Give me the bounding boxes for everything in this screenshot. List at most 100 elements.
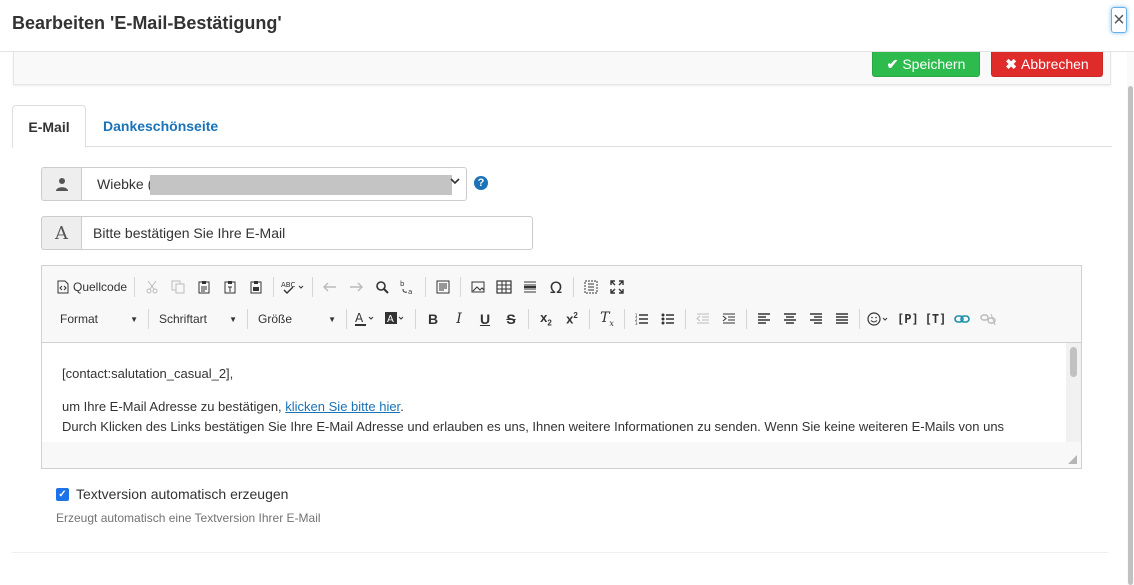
editor-toolbar: Quellcode ABC b a Ω Format ▼ Schriftart … [42,266,1081,342]
toolbar-separator [528,309,529,329]
background-color-icon[interactable]: A [381,307,411,331]
svg-text:ABC: ABC [281,281,295,289]
subject-input[interactable]: Bitte bestätigen Sie Ihre E-Mail [81,216,533,250]
table-icon[interactable] [491,275,517,299]
paste-text-icon[interactable] [217,275,243,299]
toolbar-separator [148,309,149,329]
numbered-list-icon[interactable]: 123 [629,307,655,331]
toolbar-separator [247,309,248,329]
source-button[interactable]: Quellcode [54,275,130,299]
caret-down-icon: ▼ [328,314,336,324]
content-line-salutation: [contact:salutation_casual_2], [62,366,234,381]
content-line-consent: Durch Klicken des Links bestätigen Sie I… [62,419,1005,434]
format-dropdown-label: Format [60,312,99,326]
help-icon[interactable]: ? [474,176,488,190]
modal-header: Bearbeiten 'E-Mail-Bestätigung' × [0,0,1134,52]
align-left-icon[interactable] [751,307,777,331]
editor-scrollbar[interactable] [1066,342,1081,442]
x-icon: ✖ [1005,55,1017,72]
cut-icon[interactable] [139,275,165,299]
subject-group: A Bitte bestätigen Sie Ihre E-Mail [41,216,533,250]
svg-text:A: A [387,314,394,325]
remove-format-icon[interactable]: Tx [594,307,620,331]
toolbar-separator [685,309,686,329]
toolbar-row-1: Quellcode ABC b a Ω [54,273,630,301]
tab-thank-you-page[interactable]: Dankeschönseite [103,105,218,147]
horizontal-line-icon[interactable] [517,275,543,299]
show-blocks-icon[interactable] [578,275,604,299]
format-dropdown[interactable]: Format ▼ [54,307,144,331]
redacted-area [150,175,452,195]
special-char-icon[interactable]: Ω [543,275,569,299]
caret-down-icon: ▼ [130,314,138,324]
sender-group: Wiebke ( [41,167,467,201]
modal-scrollbar-thumb[interactable] [1128,86,1133,585]
close-button[interactable]: × [1111,7,1127,33]
cancel-button-label: Abbrechen [1021,56,1089,72]
font-a-icon: A [41,216,81,250]
resize-grip-icon[interactable] [1068,455,1077,464]
undo-icon[interactable] [317,275,343,299]
placeholder-t-icon[interactable]: [T] [922,307,950,331]
emoji-icon[interactable] [864,307,894,331]
save-button[interactable]: ✔ Speichern [872,52,980,77]
align-right-icon[interactable] [803,307,829,331]
save-button-label: Speichern [902,56,966,72]
subscript-icon[interactable]: x2 [533,307,559,331]
font-dropdown[interactable]: Schriftart ▼ [153,307,243,331]
strikethrough-icon[interactable]: S [498,307,524,331]
toolbar-separator [746,309,747,329]
toolbar-separator [589,309,590,329]
editor-content[interactable]: [contact:salutation_casual_2], um Ihre E… [42,342,1067,442]
close-icon: × [1113,9,1125,31]
confirm-link[interactable]: klicken Sie bitte hier [285,399,400,414]
toolbar-separator [312,277,314,297]
text-version-row: ✓ Textversion automatisch erzeugen [56,486,288,502]
redo-icon[interactable] [343,275,369,299]
replace-icon[interactable]: ba [395,275,421,299]
svg-text:b: b [400,280,405,288]
tab-email[interactable]: E-Mail [12,105,86,148]
sender-select[interactable]: Wiebke ( [81,167,467,201]
text-version-label: Textversion automatisch erzeugen [76,486,289,502]
user-icon [41,167,81,201]
underline-icon[interactable]: U [472,307,498,331]
copy-icon[interactable] [165,275,191,299]
find-icon[interactable] [369,275,395,299]
source-button-label: Quellcode [73,280,128,294]
italic-icon[interactable]: I [446,307,472,331]
caret-down-icon: ▼ [229,314,237,324]
toolbar-separator [134,277,136,297]
toolbar-separator [859,309,860,329]
size-dropdown[interactable]: Größe ▼ [252,307,342,331]
toolbar-separator [624,309,625,329]
select-all-icon[interactable] [430,275,456,299]
bold-icon[interactable]: B [420,307,446,331]
content-line-confirm-suffix: . [400,399,404,414]
align-center-icon[interactable] [777,307,803,331]
paste-icon[interactable] [191,275,217,299]
spellcheck-icon[interactable]: ABC [278,275,308,299]
superscript-icon[interactable]: x2 [559,307,585,331]
paste-word-icon[interactable] [243,275,269,299]
svg-text:3: 3 [635,321,638,326]
toolbar-separator [425,277,427,297]
svg-text:A: A [355,311,364,325]
tab-bar: E-Mail Dankeschönseite [12,105,1112,148]
text-color-icon[interactable]: A [351,307,381,331]
toolbar-separator [346,309,347,329]
check-icon: ✔ [886,55,899,72]
placeholder-p-icon[interactable]: [P] [894,307,922,331]
link-icon[interactable] [949,307,975,331]
outdent-icon[interactable] [690,307,716,331]
unlink-icon[interactable] [975,307,1001,331]
maximize-icon[interactable] [604,275,630,299]
align-justify-icon[interactable] [829,307,855,331]
image-icon[interactable] [465,275,491,299]
text-version-checkbox[interactable]: ✓ [56,487,69,501]
rich-text-editor: Quellcode ABC b a Ω Format ▼ Schriftart … [41,265,1082,469]
indent-icon[interactable] [716,307,742,331]
bullet-list-icon[interactable] [655,307,681,331]
cancel-button[interactable]: ✖ Abbrechen [991,52,1103,77]
editor-scrollbar-thumb[interactable] [1070,347,1077,377]
